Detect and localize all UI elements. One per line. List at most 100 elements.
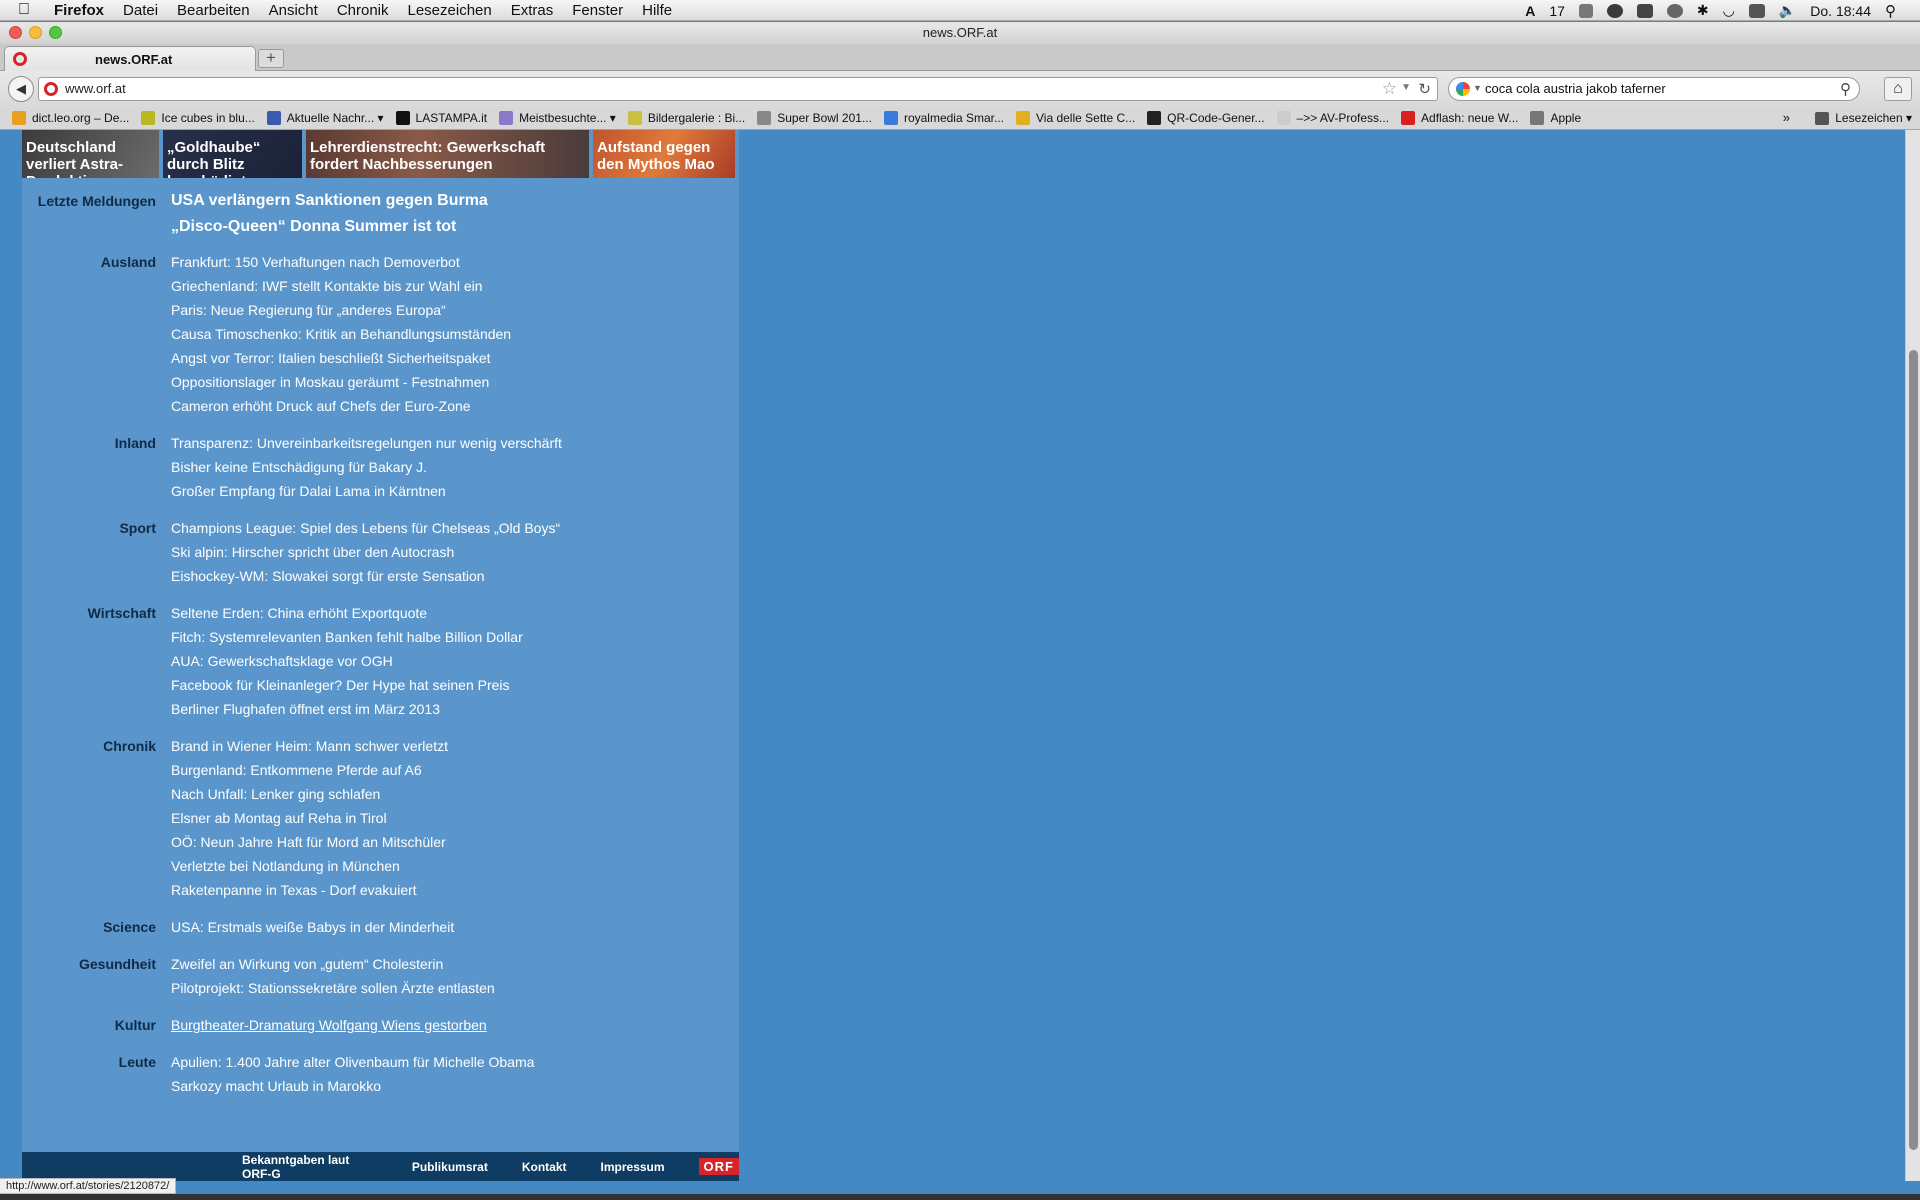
bookmark-item[interactable]: LASTAMPA.it xyxy=(395,111,487,125)
news-headline-link[interactable]: Seltene Erden: China erhöht Exportquote xyxy=(171,601,523,625)
menu-firefox[interactable]: Firefox xyxy=(54,2,104,19)
section-label[interactable]: Letzte Meldungen xyxy=(22,188,156,240)
menu-datei[interactable]: Datei xyxy=(123,2,158,19)
bookmark-item[interactable]: dict.leo.org – De... xyxy=(12,111,129,125)
scrollbar-thumb[interactable] xyxy=(1909,350,1918,1150)
news-headline-link[interactable]: Oppositionslager in Moskau geräumt - Fes… xyxy=(171,370,511,394)
menu-chronik[interactable]: Chronik xyxy=(337,2,389,19)
news-headline-link[interactable]: Causa Timoschenko: Kritik an Behandlungs… xyxy=(171,322,511,346)
status-icon[interactable] xyxy=(1606,3,1623,18)
bookmark-item[interactable]: Via delle Sette C... xyxy=(1016,111,1135,125)
teaser-goldhaube[interactable]: „Goldhaube“ durch Blitz beschädigt xyxy=(163,130,302,178)
zoom-window-button[interactable] xyxy=(49,26,62,39)
menu-bearbeiten[interactable]: Bearbeiten xyxy=(177,2,250,19)
bookmark-item[interactable]: Super Bowl 201... xyxy=(757,111,872,125)
tab-news-orf[interactable]: news.ORF.at xyxy=(4,46,256,71)
news-headline-link[interactable]: AUA: Gewerkschaftsklage vor OGH xyxy=(171,649,523,673)
section-label[interactable]: Chronik xyxy=(22,734,156,902)
news-headline-link[interactable]: Griechenland: IWF stellt Kontakte bis zu… xyxy=(171,274,511,298)
bookmark-item[interactable]: Meistbesuchte... ▾ xyxy=(499,111,616,125)
magnifier-icon[interactable]: ⚲ xyxy=(1840,80,1851,98)
bookmark-star-icon[interactable]: ☆ xyxy=(1382,79,1397,99)
menu-extras[interactable]: Extras xyxy=(511,2,554,19)
news-headline-link[interactable]: Berliner Flughafen öffnet erst im März 2… xyxy=(171,697,523,721)
url-input[interactable] xyxy=(65,81,1365,96)
input-icon[interactable] xyxy=(1748,3,1765,18)
bookmark-item[interactable]: Bildergalerie : Bi... xyxy=(627,111,745,125)
news-headline-link[interactable]: Burgenland: Entkommene Pferde auf A6 xyxy=(171,758,448,782)
news-headline-link[interactable]: Elsner ab Montag auf Reha in Tirol xyxy=(171,806,448,830)
evernote-icon[interactable] xyxy=(1578,3,1593,18)
new-tab-button[interactable]: + xyxy=(258,49,284,68)
footer-bekanntgaben-link[interactable]: Bekanntgaben laut ORF-G xyxy=(242,1153,378,1181)
section-label[interactable]: Ausland xyxy=(22,250,156,418)
news-headline-link[interactable]: „Disco-Queen“ Donna Summer ist tot xyxy=(171,214,488,240)
reload-icon[interactable]: ↻ xyxy=(1418,80,1431,98)
teaser-lehrerdienstrecht[interactable]: Lehrerdienstrecht: Gewerkschaft fordert … xyxy=(306,130,589,178)
news-headline-link[interactable]: USA verlängern Sanktionen gegen Burma xyxy=(171,188,488,214)
news-headline-link[interactable]: USA: Erstmals weiße Babys in der Minderh… xyxy=(171,915,454,939)
back-button[interactable]: ◀ xyxy=(8,76,34,102)
wifi-icon[interactable]: ◡ xyxy=(1723,2,1735,19)
news-headline-link[interactable]: Eishockey-WM: Slowakei sorgt für erste S… xyxy=(171,564,560,588)
adobe-update-count[interactable]: 17 xyxy=(1549,3,1565,19)
menu-ansicht[interactable]: Ansicht xyxy=(269,2,318,19)
search-icon[interactable]: ⚲ xyxy=(1885,2,1896,20)
bookmark-item[interactable]: Aktuelle Nachr... ▾ xyxy=(266,111,384,125)
bookmarks-menu-button[interactable]: Lesezeichen ▾ xyxy=(1815,111,1912,125)
vertical-scrollbar[interactable] xyxy=(1905,130,1920,1181)
news-headline-link[interactable]: Verletzte bei Notlandung in München xyxy=(171,854,448,878)
news-headline-link[interactable]: Burgtheater-Dramaturg Wolfgang Wiens ges… xyxy=(171,1013,487,1037)
volume-icon[interactable]: 🔈 xyxy=(1779,2,1796,19)
news-headline-link[interactable]: Raketenpanne in Texas - Dorf evakuiert xyxy=(171,878,448,902)
menu-lesezeichen[interactable]: Lesezeichen xyxy=(408,2,492,19)
teaser-astra[interactable]: Deutschland verliert Astra-Produktion xyxy=(22,130,159,178)
menu-fenster[interactable]: Fenster xyxy=(572,2,623,19)
news-headline-link[interactable]: Bisher keine Entschädigung für Bakary J. xyxy=(171,455,562,479)
news-headline-link[interactable]: Champions League: Spiel des Lebens für C… xyxy=(171,516,560,540)
bookmarks-overflow-button[interactable]: » xyxy=(1783,110,1790,125)
news-headline-link[interactable]: Zweifel an Wirkung von „gutem“ Cholester… xyxy=(171,952,495,976)
news-headline-link[interactable]: Fitch: Systemrelevanten Banken fehlt hal… xyxy=(171,625,523,649)
footer-kontakt-link[interactable]: Kontakt xyxy=(522,1160,567,1174)
section-label[interactable]: Sport xyxy=(22,516,156,588)
section-label[interactable]: Leute xyxy=(22,1050,156,1098)
news-headline-link[interactable]: OÖ: Neun Jahre Haft für Mord an Mitschül… xyxy=(171,830,448,854)
bookmark-item[interactable]: Apple xyxy=(1530,111,1581,125)
bookmark-item[interactable]: royalmedia Smar... xyxy=(883,111,1004,125)
bookmark-item[interactable]: QR-Code-Gener... xyxy=(1147,111,1265,125)
section-label[interactable]: Kultur xyxy=(22,1013,156,1037)
close-window-button[interactable] xyxy=(9,26,22,39)
section-label[interactable]: Wirtschaft xyxy=(22,601,156,721)
news-headline-link[interactable]: Paris: Neue Regierung für „anderes Europ… xyxy=(171,298,511,322)
news-headline-link[interactable]: Facebook für Kleinanleger? Der Hype hat … xyxy=(171,673,523,697)
news-headline-link[interactable]: Brand in Wiener Heim: Mann schwer verlet… xyxy=(171,734,448,758)
orf-logo[interactable]: ORF xyxy=(698,1158,739,1175)
time-machine-icon[interactable] xyxy=(1666,3,1683,18)
screen-icon[interactable] xyxy=(1636,3,1653,18)
footer-impressum-link[interactable]: Impressum xyxy=(601,1160,665,1174)
minimize-window-button[interactable] xyxy=(29,26,42,39)
news-headline-link[interactable]: Ski alpin: Hirscher spricht über den Aut… xyxy=(171,540,560,564)
history-dropdown-icon[interactable]: ▼ xyxy=(1401,82,1411,93)
bookmark-item[interactable]: Ice cubes in blu... xyxy=(141,111,255,125)
engine-dropdown-icon[interactable]: ▼ xyxy=(1473,83,1482,93)
search-input[interactable] xyxy=(1485,81,1825,96)
section-label[interactable]: Inland xyxy=(22,431,156,503)
apple-menu-icon[interactable]:  xyxy=(18,1,38,19)
news-headline-link[interactable]: Frankfurt: 150 Verhaftungen nach Demover… xyxy=(171,250,511,274)
section-label[interactable]: Science xyxy=(22,915,156,939)
news-headline-link[interactable]: Apulien: 1.400 Jahre alter Olivenbaum fü… xyxy=(171,1050,534,1074)
news-headline-link[interactable]: Pilotprojekt: Stationssekretäre sollen Ä… xyxy=(171,976,495,1000)
news-headline-link[interactable]: Cameron erhöht Druck auf Chefs der Euro-… xyxy=(171,394,511,418)
bluetooth-icon[interactable]: ✱ xyxy=(1697,2,1709,19)
teaser-mythos-mao[interactable]: Aufstand gegen den Mythos Mao xyxy=(593,130,735,178)
adobe-icon[interactable]: A xyxy=(1525,3,1535,19)
footer-publikumsrat-link[interactable]: Publikumsrat xyxy=(412,1160,488,1174)
menu-hilfe[interactable]: Hilfe xyxy=(642,2,672,19)
section-label[interactable]: Gesundheit xyxy=(22,952,156,1000)
home-button[interactable]: ⌂ xyxy=(1884,77,1912,101)
google-engine-icon[interactable] xyxy=(1456,82,1470,96)
site-identity-icon[interactable] xyxy=(44,82,58,96)
news-headline-link[interactable]: Sarkozy macht Urlaub in Marokko xyxy=(171,1074,534,1098)
